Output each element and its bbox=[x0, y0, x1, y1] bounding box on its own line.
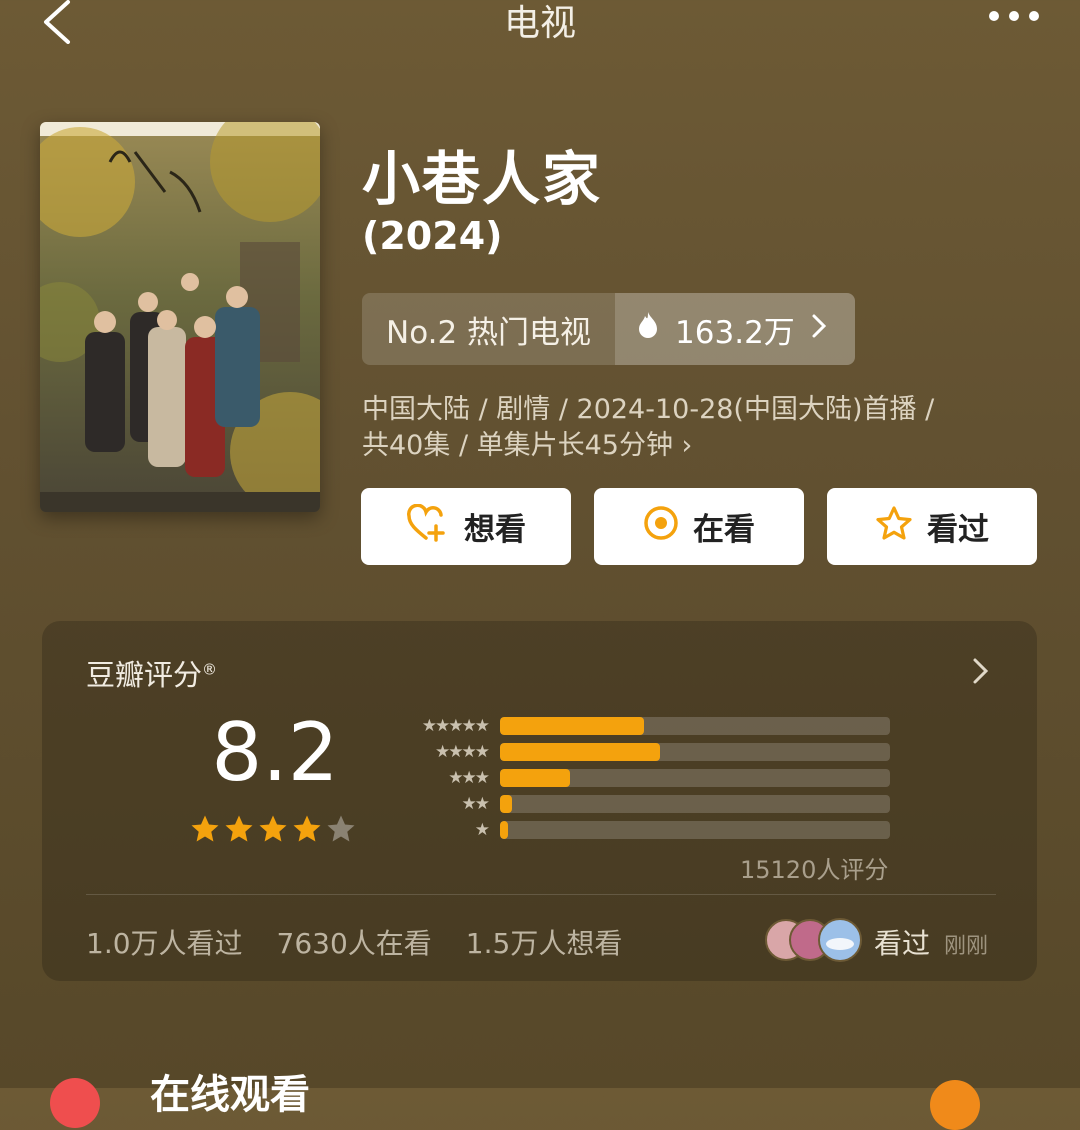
distribution-track bbox=[500, 743, 890, 761]
distribution-track bbox=[500, 795, 890, 813]
rating-star-icon bbox=[259, 815, 287, 842]
meta-line-2: 共40集 / 单集片长45分钟 › bbox=[362, 430, 693, 461]
show-year: (2024) bbox=[362, 214, 503, 258]
stat-want: 1.5万人想看 bbox=[465, 927, 623, 960]
watched-button[interactable]: 看过 bbox=[827, 488, 1037, 565]
friend-avatars[interactable] bbox=[764, 918, 864, 962]
heart-plus-icon bbox=[406, 503, 450, 550]
distribution-row: ★★★★★ bbox=[390, 716, 890, 736]
rating-count: 15120人评分 bbox=[740, 856, 889, 884]
rating-star-icon bbox=[225, 815, 253, 842]
want-label: 想看 bbox=[464, 512, 526, 548]
distribution-stars: ★★ bbox=[461, 794, 490, 814]
rank-badge[interactable]: No.2 热门电视 163.2万 bbox=[362, 293, 855, 365]
chevron-right-icon[interactable] bbox=[968, 656, 994, 686]
section-icon bbox=[50, 1078, 100, 1128]
page-title: 电视 bbox=[503, 3, 576, 44]
rating-star-icon bbox=[327, 815, 355, 842]
activity-time: 刚刚 bbox=[944, 934, 989, 959]
flame-icon bbox=[637, 311, 659, 347]
poster-image[interactable] bbox=[40, 122, 320, 512]
divider bbox=[86, 894, 996, 895]
watching-button[interactable]: 在看 bbox=[594, 488, 804, 565]
heat-pill[interactable]: 163.2万 bbox=[615, 293, 855, 365]
distribution-stars: ★★★ bbox=[448, 768, 490, 788]
rank-label: No.2 热门电视 bbox=[362, 293, 616, 365]
heat-value: 163.2万 bbox=[675, 314, 795, 351]
distribution-track bbox=[500, 717, 890, 735]
distribution-bar bbox=[500, 821, 508, 839]
rating-star-icon bbox=[293, 815, 321, 842]
more-options-icon[interactable] bbox=[982, 4, 1046, 28]
stat-watched: 1.0万人看过 bbox=[86, 927, 243, 960]
section-title: 在线观看 bbox=[150, 1072, 310, 1118]
distribution-track bbox=[500, 769, 890, 787]
distribution-row: ★★★★ bbox=[390, 742, 890, 762]
distribution-track bbox=[500, 821, 890, 839]
watch-stats: 1.0万人看过 7630人在看 1.5万人想看 bbox=[86, 922, 622, 962]
distribution-stars: ★★★★★ bbox=[421, 716, 490, 736]
distribution-stars: ★ bbox=[474, 820, 490, 840]
want-button[interactable]: 想看 bbox=[361, 488, 571, 565]
distribution-row: ★★ bbox=[390, 794, 890, 814]
watched-label: 看过 bbox=[927, 512, 989, 548]
distribution-bar bbox=[500, 743, 660, 761]
distribution-bar bbox=[500, 769, 571, 787]
stat-watching: 7630人在看 bbox=[276, 927, 432, 960]
meta-line-1: 中国大陆 / 剧情 / 2024-10-28(中国大陆)首播 / bbox=[362, 394, 935, 425]
distribution-row: ★ bbox=[390, 820, 890, 840]
star-icon bbox=[875, 505, 913, 549]
watching-label: 在看 bbox=[693, 512, 755, 548]
chevron-right-icon bbox=[811, 311, 827, 347]
distribution-stars: ★★★★ bbox=[435, 742, 490, 762]
rating-star-icon bbox=[191, 815, 219, 842]
distribution-bar bbox=[500, 717, 645, 735]
rating-score: 8.2 bbox=[211, 706, 339, 799]
activity-action: 看过 bbox=[874, 927, 931, 960]
show-title: 小巷人家 bbox=[362, 145, 603, 213]
distribution-bar bbox=[500, 795, 512, 813]
rating-stars bbox=[190, 814, 356, 844]
show-meta[interactable]: 中国大陆 / 剧情 / 2024-10-28(中国大陆)首播 / 共40集 / … bbox=[362, 392, 1042, 464]
rating-label: 豆瓣评分® bbox=[86, 658, 218, 692]
target-icon bbox=[643, 505, 679, 549]
distribution-row: ★★★ bbox=[390, 768, 890, 788]
